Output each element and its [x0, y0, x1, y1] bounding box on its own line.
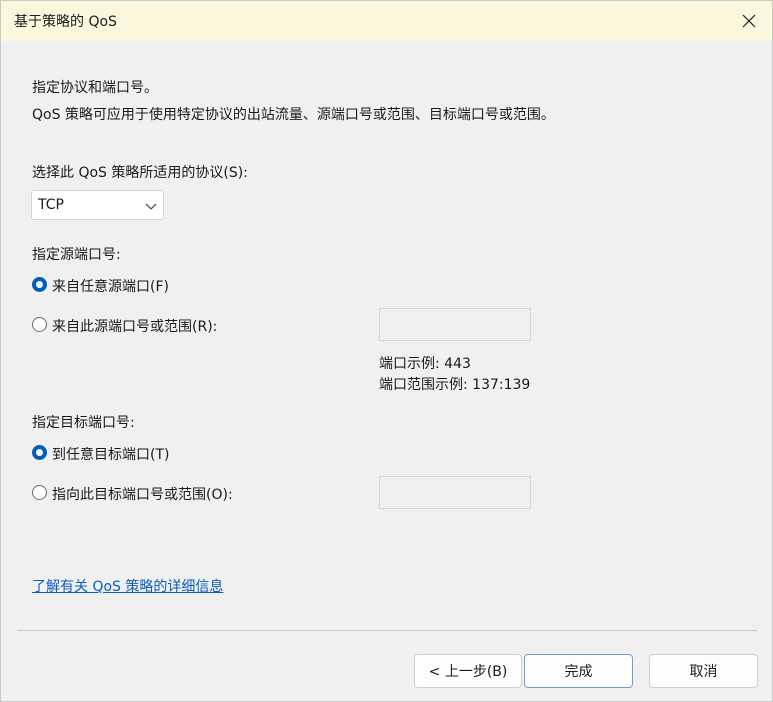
destination-any-radio[interactable]	[32, 445, 47, 460]
destination-specific-radio[interactable]	[32, 485, 47, 500]
protocol-label: 选择此 QoS 策略所适用的协议(S):	[32, 165, 248, 181]
cancel-button[interactable]: 取消	[649, 654, 758, 688]
title-bar: 基于策略的 QoS	[1, 1, 772, 41]
source-specific-label[interactable]: 来自此源端口号或范围(R):	[52, 316, 217, 336]
window-title: 基于策略的 QoS	[14, 14, 117, 30]
close-button[interactable]	[726, 1, 772, 41]
finish-button[interactable]: 完成	[524, 654, 633, 688]
learn-more-link[interactable]: 了解有关 QoS 策略的详细信息	[32, 576, 223, 596]
source-port-label: 指定源端口号:	[32, 247, 121, 263]
destination-specific-label[interactable]: 指向此目标端口号或范围(O):	[52, 484, 233, 504]
protocol-selected-value: TCP	[38, 197, 64, 213]
destination-port-input[interactable]	[379, 476, 531, 509]
port-example: 端口示例: 443	[379, 356, 471, 372]
qos-wizard-window: 基于策略的 QoS 指定协议和端口号。 QoS 策略可应用于使用特定协议的出站流…	[0, 0, 773, 702]
protocol-select[interactable]: TCP	[31, 190, 164, 220]
source-port-input[interactable]	[379, 308, 531, 341]
port-range-example: 端口范围示例: 137:139	[379, 377, 531, 393]
back-button[interactable]: < 上一步(B)	[414, 654, 522, 688]
source-any-label[interactable]: 来自任意源端口(F)	[52, 276, 169, 296]
intro-description: QoS 策略可应用于使用特定协议的出站流量、源端口号或范围、目标端口号或范围。	[32, 107, 555, 123]
source-specific-radio[interactable]	[32, 317, 47, 332]
destination-port-label: 指定目标端口号:	[32, 415, 135, 431]
chevron-down-icon	[145, 203, 157, 210]
source-any-radio[interactable]	[32, 277, 47, 292]
footer-divider	[17, 630, 757, 631]
destination-any-label[interactable]: 到任意目标端口(T)	[52, 444, 169, 464]
close-icon	[742, 14, 756, 28]
intro-heading: 指定协议和端口号。	[32, 80, 158, 96]
